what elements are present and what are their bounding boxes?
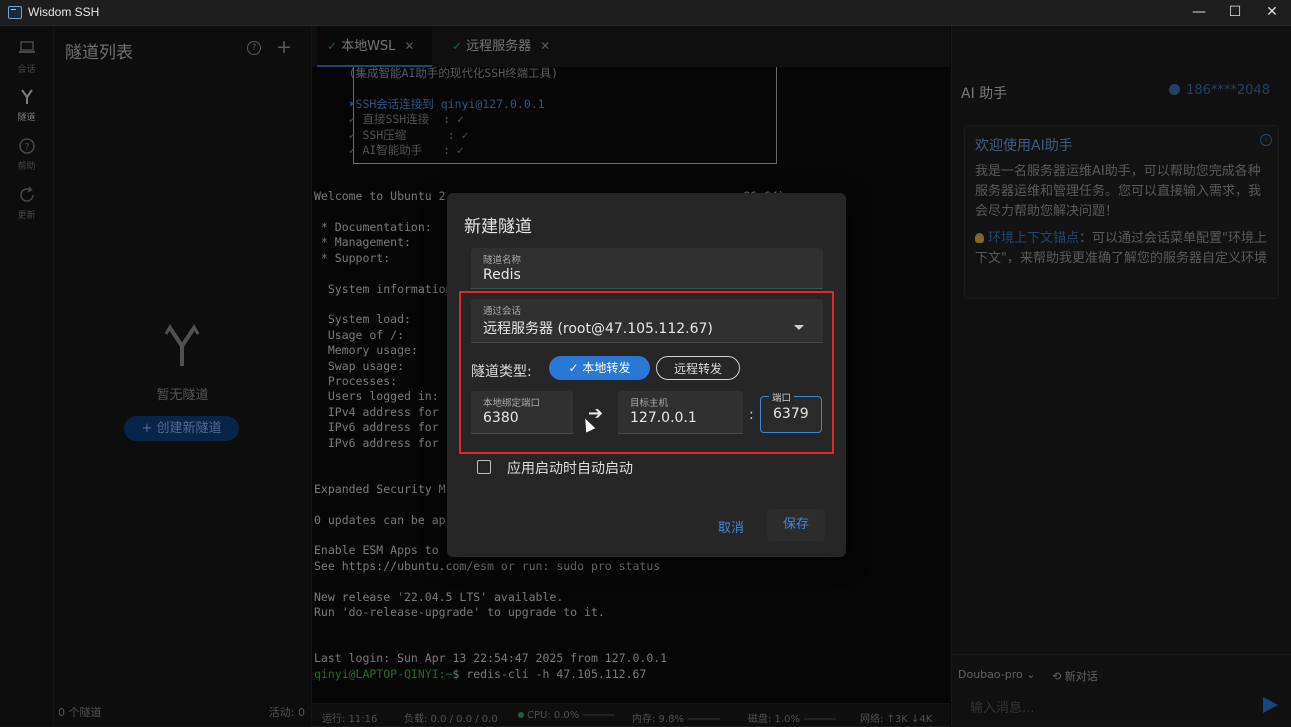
session-label: 通过会话 [483,306,522,317]
local-port-value: 6380 [483,410,519,426]
app-icon [8,6,22,19]
maximize-button[interactable]: ☐ [1220,2,1250,22]
save-button[interactable]: 保存 [767,509,825,541]
target-host-value: 127.0.0.1 [630,410,697,426]
local-port-label: 本地绑定端口 [483,398,541,409]
cancel-button[interactable]: 取消 [718,517,744,536]
close-window-button[interactable]: ✕ [1257,2,1287,22]
dropdown-arrow-icon [794,325,804,330]
remote-forward-chip[interactable]: 远程转发 [656,356,740,380]
app-title: Wisdom SSH [28,5,100,19]
autostart-checkbox[interactable] [477,460,491,474]
target-port-field[interactable]: 端口 6379 [760,390,822,433]
tunnel-type-label: 隧道类型: [471,364,532,380]
title-bar: Wisdom SSH — ☐ ✕ [0,0,1291,26]
tunnel-name-label: 隧道名称 [483,255,522,266]
tunnel-name-value: Redis [483,267,521,283]
target-host-label: 目标主机 [630,398,669,409]
target-port-label: 端口 [769,390,795,404]
target-port-value: 6379 [773,406,809,422]
target-host-field[interactable]: 目标主机 127.0.0.1 [618,391,743,434]
autostart-label: 应用启动时自动启动 [507,461,633,477]
local-forward-chip[interactable]: ✓ 本地转发 [549,356,650,380]
tunnel-name-field[interactable]: 隧道名称 Redis [471,248,823,289]
minimize-button[interactable]: — [1184,2,1214,22]
dialog-title: 新建隧道 [464,217,532,237]
local-port-field[interactable]: 本地绑定端口 6380 [471,391,573,434]
new-tunnel-dialog: 新建隧道 隧道名称 Redis 通过会话 远程服务器 (root@47.105.… [447,193,846,557]
check-icon: ✓ [568,361,583,375]
colon-separator: : [749,407,754,423]
session-select[interactable]: 通过会话 远程服务器 (root@47.105.112.67) [471,299,823,343]
local-forward-label: 本地转发 [582,361,631,375]
session-value: 远程服务器 (root@47.105.112.67) [483,321,713,337]
